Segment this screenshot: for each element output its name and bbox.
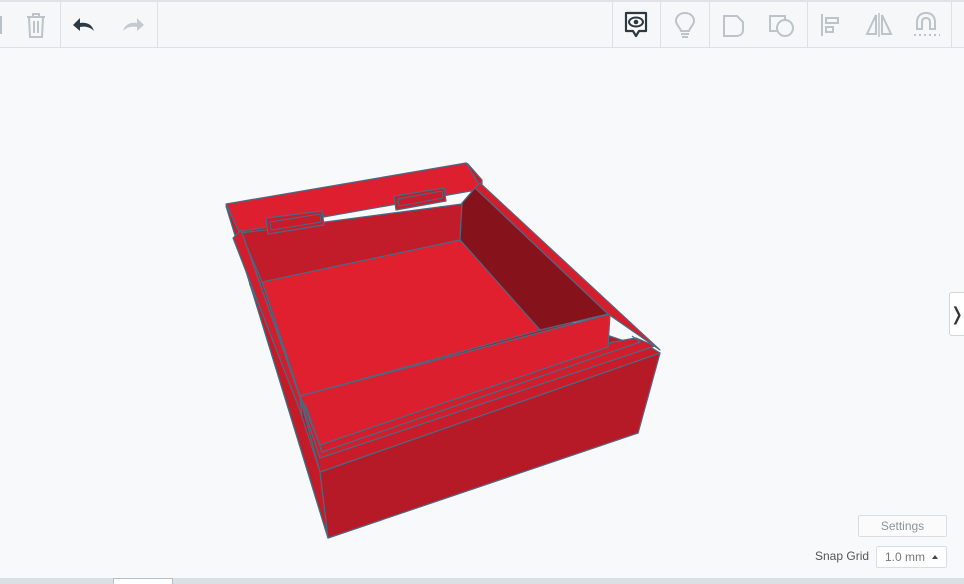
shape-button[interactable]	[710, 2, 758, 48]
align-icon	[821, 14, 839, 36]
copy-edge-icon	[0, 16, 2, 34]
cruise-button[interactable]	[903, 2, 951, 48]
workplane-button[interactable]	[758, 2, 806, 48]
toolbar-divider	[951, 2, 952, 48]
trash-icon	[27, 13, 45, 38]
workplane-icon	[769, 15, 794, 37]
align-button[interactable]	[807, 2, 855, 48]
top-toolbar	[0, 0, 964, 48]
snap-grid-value: 1.0 mm	[885, 550, 926, 564]
panel-toggle-button[interactable]: ❭	[949, 292, 964, 336]
snap-grid-label: Snap Grid	[815, 549, 870, 563]
notes-button[interactable]	[612, 2, 660, 48]
toolbar-divider	[157, 2, 158, 48]
undo-icon	[73, 18, 94, 31]
caret-up-icon	[932, 555, 938, 559]
shape-icon	[723, 15, 744, 37]
snap-grid-select[interactable]: 1.0 mm	[876, 546, 947, 568]
bottom-tab[interactable]	[113, 578, 173, 584]
magnet-icon	[914, 11, 940, 36]
notes-icon	[624, 11, 648, 38]
lightbulb-icon	[674, 11, 696, 38]
redo-icon	[123, 18, 144, 31]
delete-button[interactable]	[12, 2, 60, 48]
mirror-button[interactable]	[855, 2, 903, 48]
redo-button[interactable]	[108, 2, 156, 48]
mirror-icon	[865, 13, 893, 37]
box-3d-model[interactable]	[0, 48, 964, 578]
3d-viewport[interactable]	[0, 48, 964, 578]
settings-button[interactable]: Settings	[858, 515, 947, 537]
chevron-right-icon: ❭	[949, 304, 964, 324]
light-button[interactable]	[661, 2, 709, 48]
undo-button[interactable]	[61, 2, 109, 48]
